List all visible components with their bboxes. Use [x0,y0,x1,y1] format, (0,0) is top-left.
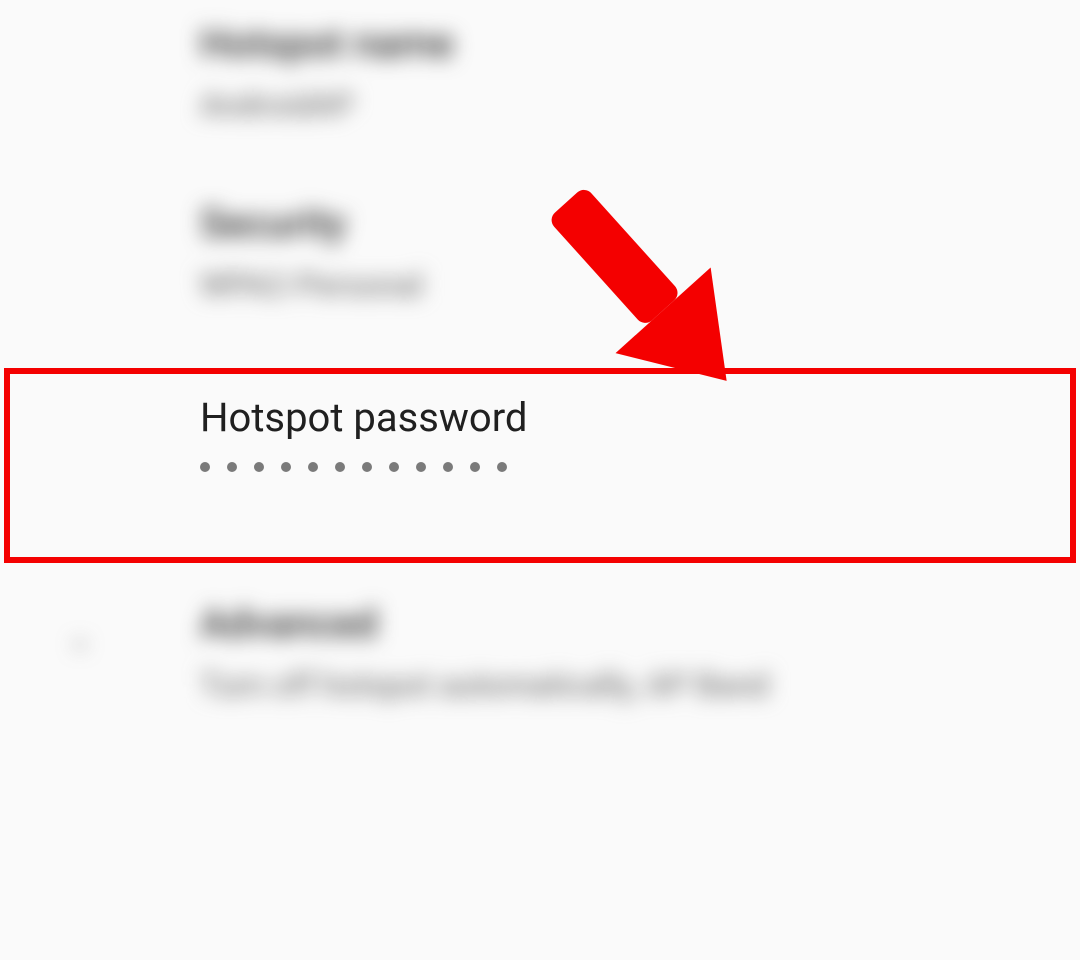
password-masked-dots [200,462,1080,472]
setting-title: Hotspot password [200,394,1080,442]
setting-value: Turn off hotspot automatically, AP Band [200,666,1080,704]
setting-value: WPA2-Personal [200,266,1080,304]
chevron-down-icon[interactable] [65,630,95,660]
setting-value: AndroidAP [200,86,1080,124]
setting-hotspot-name[interactable]: Hotspot name AndroidAP [0,20,1080,124]
setting-hotspot-password[interactable]: Hotspot password [0,394,1080,472]
setting-security[interactable]: Security WPA2-Personal [0,200,1080,304]
setting-advanced[interactable]: Advanced Turn off hotspot automatically,… [0,600,1080,704]
setting-title: Security [200,200,1080,248]
setting-title: Hotspot name [200,20,1080,68]
setting-title: Advanced [200,600,1080,648]
